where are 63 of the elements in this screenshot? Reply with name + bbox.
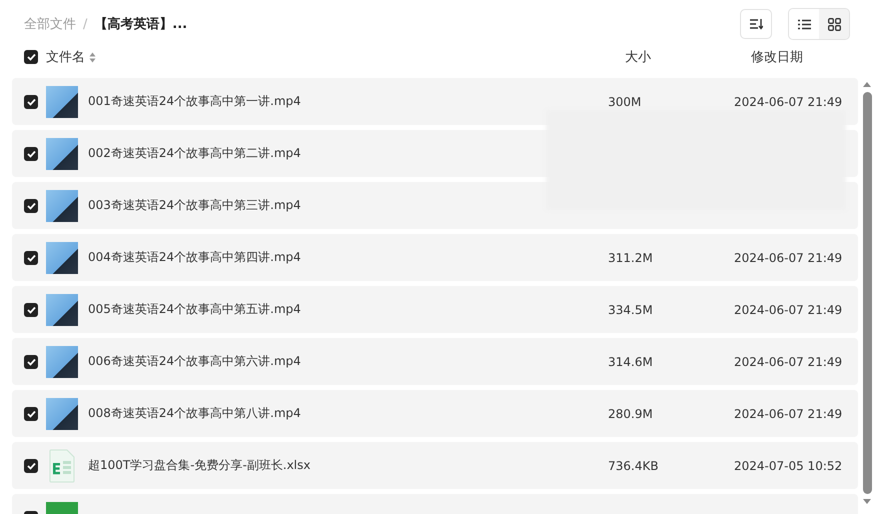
video-thumbnail-placeholder [46, 398, 78, 430]
select-all-checkbox[interactable] [24, 50, 38, 64]
checkmark-icon [26, 150, 36, 158]
checkmark-icon [26, 254, 36, 262]
video-thumbnail-placeholder [46, 242, 78, 274]
file-name[interactable]: 001奇速英语24个故事高中第一讲.mp4 [88, 93, 301, 110]
file-size: 300M [608, 94, 642, 108]
file-row[interactable]: 006奇速英语24个故事高中第六讲.mp4 314.6M 2024-06-07 21:49 [12, 338, 858, 385]
video-thumbnail-placeholder [46, 294, 78, 326]
modified-date: 2024-06-07 21:49 [734, 302, 842, 316]
video-thumbnail-placeholder [46, 346, 78, 378]
checkmark-icon [26, 98, 36, 106]
modified-date: 2024-06-07 21:49 [734, 250, 842, 264]
checkmark-icon [26, 202, 36, 210]
file-size: 334.5M [608, 302, 653, 316]
row-checkbox[interactable] [24, 250, 38, 264]
checkmark-icon [26, 358, 36, 366]
file-name[interactable]: 005奇速英语24个故事高中第五讲.mp4 [88, 301, 301, 318]
row-checkbox[interactable] [24, 94, 38, 108]
video-thumbnail-placeholder [46, 86, 78, 118]
modified-date: 2024-07-05 10:52 [734, 458, 842, 472]
modified-date: 2024-06-07 21:49 [734, 354, 842, 368]
file-size: 280.9M [608, 406, 653, 420]
file-name[interactable]: 004奇速英语24个故事高中第四讲.mp4 [88, 249, 301, 266]
row-checkbox[interactable] [24, 458, 38, 472]
sort-arrows-icon[interactable] [89, 52, 96, 62]
checkmark-icon [26, 462, 36, 470]
video-thumbnail-placeholder [46, 190, 78, 222]
grid-icon [828, 18, 840, 30]
video-thumbnail-placeholder [46, 138, 78, 170]
row-checkbox[interactable] [24, 406, 38, 420]
scroll-down-icon[interactable] [862, 498, 872, 506]
name-column-header[interactable]: 文件名 [46, 48, 85, 66]
scroll-up-icon[interactable] [862, 80, 872, 88]
row-checkbox[interactable] [24, 302, 38, 316]
checkmark-icon [26, 410, 36, 418]
modified-date: 2024-06-07 21:49 [734, 94, 842, 108]
checkmark-icon [26, 306, 36, 314]
list-icon [798, 18, 810, 30]
file-name[interactable]: 006奇速英语24个故事高中第六讲.mp4 [88, 353, 301, 370]
file-size: 311.2M [608, 250, 653, 264]
modified-date: 2024-06-07 21:49 [734, 406, 842, 420]
row-checkbox[interactable] [24, 354, 38, 368]
file-name[interactable]: 002奇速英语24个故事高中第二讲.mp4 [88, 145, 301, 162]
sort-button[interactable] [740, 9, 772, 39]
file-row[interactable]: 005奇速英语24个故事高中第五讲.mp4 334.5M 2024-06-07 21:49 [12, 286, 858, 333]
date-column-header: 修改日期 [751, 49, 804, 66]
breadcrumb-separator: / [83, 16, 88, 32]
sort-icon [749, 18, 763, 30]
file-size: 736.4KB [608, 458, 658, 472]
file-row[interactable]: 004奇速英语24个故事高中第四讲.mp4 311.2M 2024-06-07 21:49 [12, 234, 858, 281]
size-column-header: 大小 [625, 49, 652, 66]
file-name[interactable]: 008奇速英语24个故事高中第八讲.mp4 [88, 405, 301, 422]
breadcrumb-item: 【高考英语】... [94, 16, 188, 33]
row-checkbox[interactable] [24, 146, 38, 160]
list-view-button[interactable] [789, 9, 819, 39]
file-name[interactable]: 003奇速英语24个故事高中第三讲.mp4 [88, 197, 301, 214]
file-row[interactable]: 超100T学习盘合集-免费分享-副班长.xlsx 736.4KB 2024-07-05 10:52 [12, 442, 858, 489]
file-size: 314.6M [608, 354, 653, 368]
checkmark-icon [26, 53, 36, 61]
file-row[interactable]: 008奇速英语24个故事高中第八讲.mp4 280.9M 2024-06-07 21:49 [12, 390, 858, 437]
row-checkbox[interactable] [24, 198, 38, 212]
file-name[interactable]: 超100T学习盘合集-免费分享-副班长.xlsx [88, 457, 310, 474]
